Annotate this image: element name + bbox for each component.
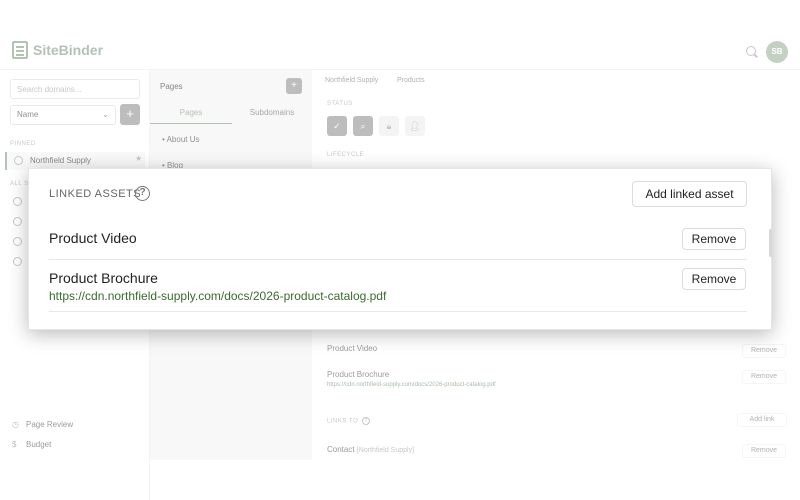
add-linked-asset-button[interactable]: Add linked asset xyxy=(632,181,747,207)
scrollbar[interactable] xyxy=(769,229,772,257)
asset-title: Product Video xyxy=(49,230,137,246)
help-icon[interactable]: ? xyxy=(135,186,150,201)
linked-assets-card: LINKED ASSETS ? Add linked asset Product… xyxy=(28,168,772,330)
remove-asset-button[interactable]: Remove xyxy=(682,268,746,290)
asset-title: Product Brochure xyxy=(49,270,158,286)
divider xyxy=(49,311,747,312)
remove-asset-button[interactable]: Remove xyxy=(682,228,746,250)
asset-url-link[interactable]: https://cdn.northfield-supply.com/docs/2… xyxy=(49,289,386,303)
linked-assets-heading: LINKED ASSETS xyxy=(49,188,142,200)
divider xyxy=(49,259,747,260)
